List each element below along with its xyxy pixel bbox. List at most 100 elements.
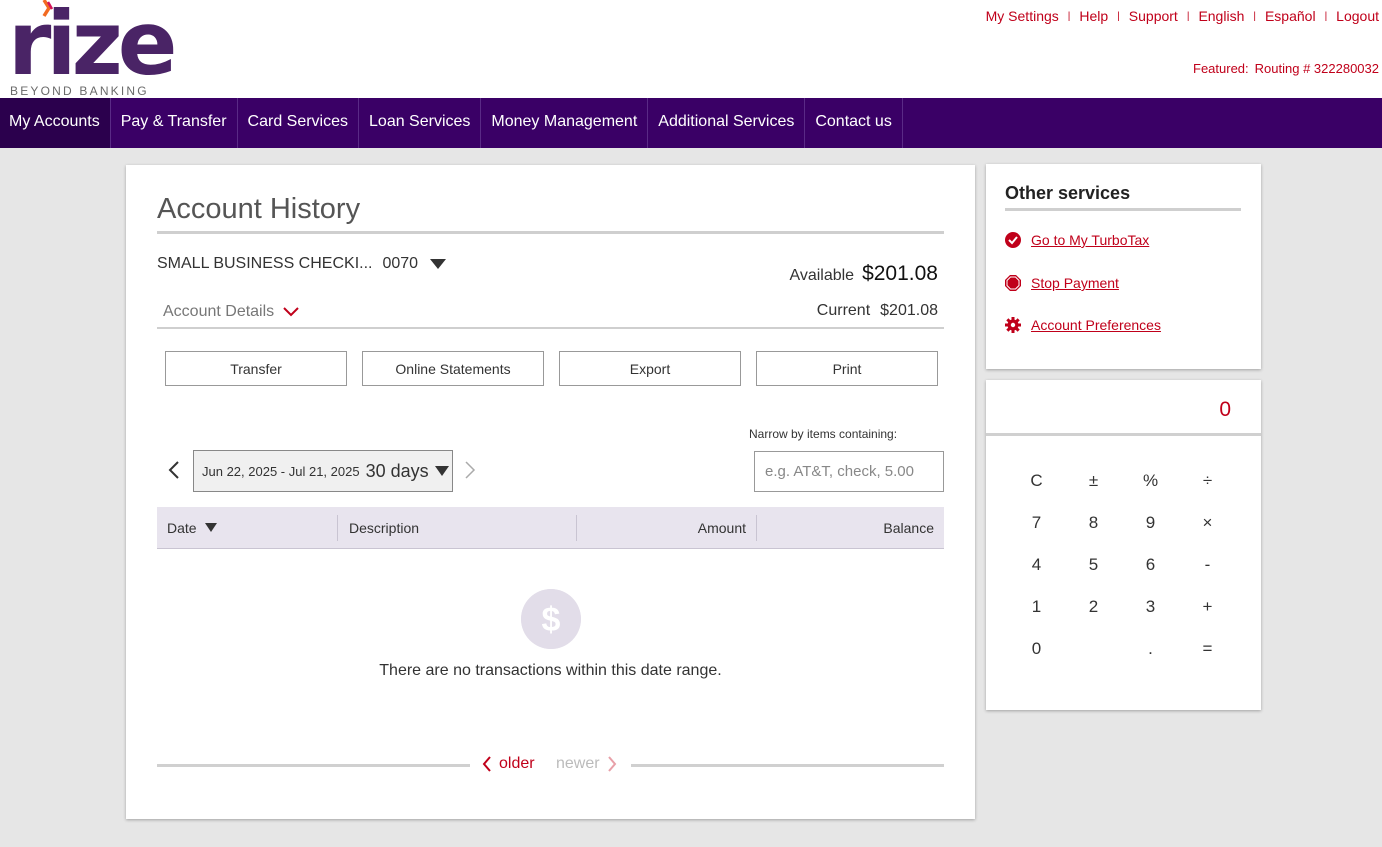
nav-my-accounts[interactable]: My Accounts [0,98,111,148]
calculator-display: 0 [986,380,1261,436]
stop-payment-link[interactable]: Stop Payment [1005,275,1119,291]
gear-icon [1005,317,1021,333]
filter-input[interactable] [754,451,944,492]
account-preferences-label[interactable]: Account Preferences [1031,317,1161,333]
calc-key-multiply[interactable]: × [1179,502,1236,544]
online-statements-button[interactable]: Online Statements [362,351,544,386]
turbotax-link[interactable]: Go to My TurboTax [1005,232,1149,248]
current-label: Current [816,302,871,319]
nav-additional-services[interactable]: Additional Services [648,98,806,148]
calc-key-0[interactable]: 0 [1008,628,1065,670]
nav-loan-services[interactable]: Loan Services [359,98,482,148]
featured-routing: Featured: Routing # 322280032 [1193,61,1379,76]
calc-key-6[interactable]: 6 [1122,544,1179,586]
print-button[interactable]: Print [756,351,938,386]
caret-down-icon [434,466,449,476]
action-buttons: Transfer Online Statements Export Print [165,351,938,386]
export-button[interactable]: Export [559,351,741,386]
nav-card-services[interactable]: Card Services [238,98,360,148]
caret-down-icon [430,259,447,269]
date-range-text: Jun 22, 2025 - Jul 21, 2025 [202,463,360,479]
other-services-panel: Other services Go to My TurboTax Stop Pa… [986,164,1261,369]
link-separator: | [1067,10,1071,22]
calc-key-decimal[interactable]: . [1122,628,1179,670]
newer-button[interactable]: newer [556,755,617,773]
available-balance: Available $201.08 [789,262,938,286]
stop-payment-label[interactable]: Stop Payment [1031,275,1119,291]
rize-logo[interactable]: rize BEYOND BANKING [8,0,177,98]
my-settings-link[interactable]: My Settings [986,8,1059,24]
details-divider [157,327,944,329]
chevron-down-icon [283,307,299,317]
link-separator: | [1117,10,1120,22]
date-range-select[interactable]: Jun 22, 2025 - Jul 21, 2025 30 days [193,450,453,492]
calculator-keypad: C ± % ÷ 7 8 9 × 4 5 6 - 1 2 3 + 0 . = [1008,460,1236,670]
nav-contact-us[interactable]: Contact us [805,98,903,148]
calc-key-divide[interactable]: ÷ [1179,460,1236,502]
chevron-left-icon [482,756,491,772]
routing-number: Routing # 322280032 [1254,61,1379,76]
calc-key-7[interactable]: 7 [1008,502,1065,544]
calc-key-9[interactable]: 9 [1122,502,1179,544]
support-link[interactable]: Support [1129,8,1178,24]
stop-icon [1005,275,1021,291]
main-nav: My Accounts Pay & Transfer Card Services… [0,98,1382,148]
column-date-label: Date [167,519,197,536]
calc-key-percent[interactable]: % [1122,460,1179,502]
nav-pay-transfer[interactable]: Pay & Transfer [111,98,238,148]
column-date[interactable]: Date [157,514,338,541]
column-balance[interactable]: Balance [757,515,944,541]
logout-link[interactable]: Logout [1336,8,1379,24]
calc-key-subtract[interactable]: - [1179,544,1236,586]
calculator-panel: 0 C ± % ÷ 7 8 9 × 4 5 6 - 1 2 3 + 0 . = [986,380,1261,710]
calc-key-clear[interactable]: C [1008,460,1065,502]
account-details-toggle[interactable]: Account Details [163,303,300,321]
calc-key-3[interactable]: 3 [1122,586,1179,628]
column-amount[interactable]: Amount [577,514,757,541]
sort-desc-icon [204,523,217,532]
services-divider [1005,208,1241,211]
pager-divider-left [157,764,470,767]
chevron-left-icon [168,461,179,479]
calc-key-4[interactable]: 4 [1008,544,1065,586]
turbotax-label[interactable]: Go to My TurboTax [1031,232,1149,248]
calc-key-negate[interactable]: ± [1065,460,1122,502]
transfer-button[interactable]: Transfer [165,351,347,386]
link-separator: | [1253,10,1256,22]
current-value: $201.08 [880,302,938,319]
english-link[interactable]: English [1198,8,1244,24]
page-title: Account History [157,193,361,225]
available-label: Available [789,267,855,284]
calc-key-blank [1065,628,1122,670]
espanol-link[interactable]: Español [1265,8,1316,24]
chevron-right-icon [607,756,616,772]
svg-text:$: $ [542,601,561,639]
calc-key-add[interactable]: + [1179,586,1236,628]
help-link[interactable]: Help [1079,8,1108,24]
older-button[interactable]: older [482,755,535,773]
account-details-label: Account Details [163,303,275,320]
account-preferences-link[interactable]: Account Preferences [1005,317,1161,333]
dollar-icon: $ [521,589,581,649]
current-balance: Current $201.08 [817,302,938,320]
account-selector[interactable]: SMALL BUSINESS CHECKI... 0070 [157,255,447,273]
calc-key-5[interactable]: 5 [1065,544,1122,586]
logo-tagline: BEYOND BANKING [10,84,149,98]
older-label: older [499,755,535,772]
next-period-button[interactable] [464,460,476,485]
calc-key-8[interactable]: 8 [1065,502,1122,544]
calc-key-equals[interactable]: = [1179,628,1236,670]
transactions-table-header: Date Description Amount Balance [157,507,944,549]
nav-money-management[interactable]: Money Management [481,98,649,148]
filter-label: Narrow by items containing: [749,427,898,441]
previous-period-button[interactable] [168,460,180,485]
calc-key-2[interactable]: 2 [1065,586,1122,628]
available-value: $201.08 [862,262,938,285]
account-name: SMALL BUSINESS CHECKI... [157,255,373,272]
newer-label: newer [556,755,600,772]
account-history-panel: Account History SMALL BUSINESS CHECKI...… [126,165,975,819]
column-description[interactable]: Description [338,514,577,541]
link-separator: | [1324,10,1328,22]
calc-key-1[interactable]: 1 [1008,586,1065,628]
other-services-title: Other services [1005,183,1131,203]
